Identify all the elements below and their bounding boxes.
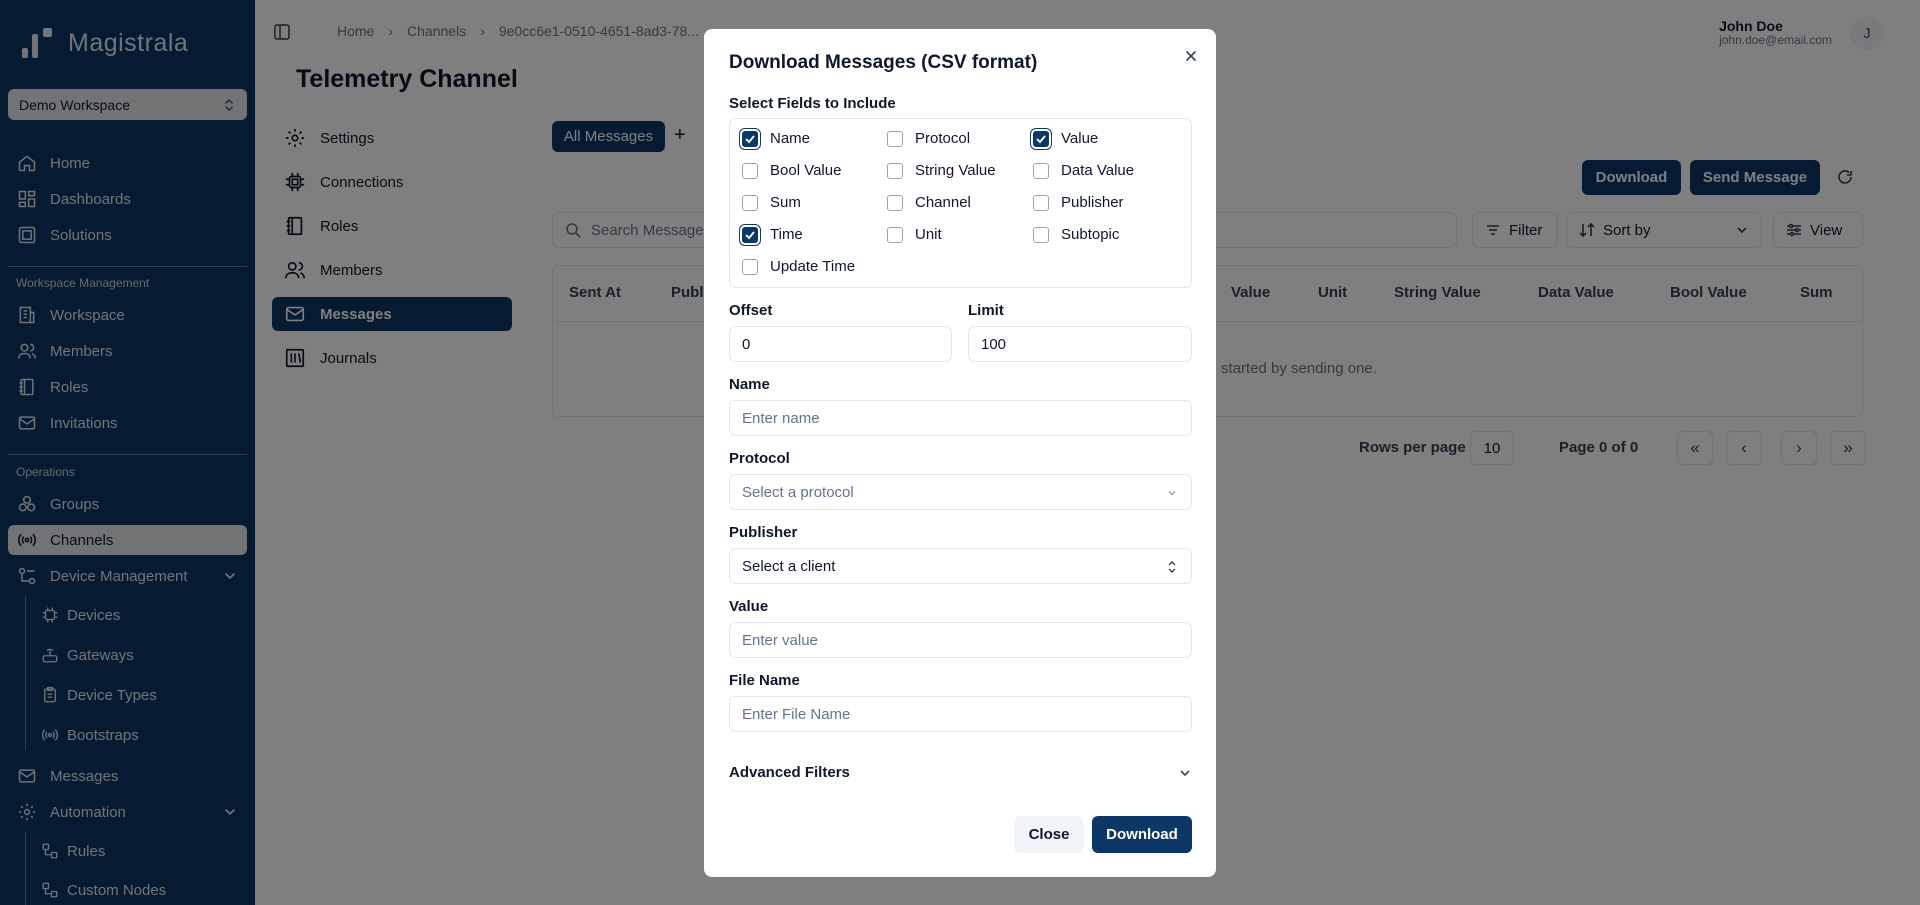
field-label: Unit <box>915 226 942 243</box>
name-input[interactable]: Enter name <box>729 400 1192 436</box>
field-label: Subtopic <box>1061 226 1120 243</box>
protocol-select[interactable]: Select a protocol <box>729 474 1192 510</box>
field-label: Data Value <box>1061 162 1135 179</box>
limit-input[interactable]: 100 <box>968 326 1192 362</box>
field-label: Bool Value <box>770 162 842 179</box>
field-label: Sum <box>770 194 801 211</box>
checkbox[interactable] <box>1033 226 1049 243</box>
field-channel-checkbox[interactable]: Channel <box>887 194 971 211</box>
protocol-select-value: Select a protocol <box>742 483 854 501</box>
check-icon <box>745 230 755 239</box>
field-label: Publisher <box>1061 194 1124 211</box>
advanced-filters-toggle[interactable]: Advanced Filters <box>729 764 1192 781</box>
protocol-label: Protocol <box>729 450 790 467</box>
name-label: Name <box>729 376 770 393</box>
offset-label: Offset <box>729 302 773 319</box>
field-update-time-checkbox[interactable]: Update Time <box>742 258 855 275</box>
dialog-download-button[interactable]: Download <box>1092 816 1192 853</box>
field-label: Update Time <box>770 258 856 275</box>
checkbox[interactable] <box>742 258 758 275</box>
field-name-checkbox[interactable]: Name <box>742 130 810 147</box>
check-icon <box>745 134 755 143</box>
chevron-down-icon <box>1168 491 1176 496</box>
dialog-title: Download Messages (CSV format) <box>729 52 1038 73</box>
offset-input[interactable]: 0 <box>729 326 952 362</box>
checkbox[interactable] <box>1033 130 1049 147</box>
checkbox[interactable] <box>742 194 758 211</box>
checkbox[interactable] <box>887 226 903 243</box>
chevron-down-icon <box>1180 769 1190 776</box>
checkbox[interactable] <box>742 130 758 147</box>
field-publisher-checkbox[interactable]: Publisher <box>1033 194 1124 211</box>
field-label: Name <box>770 130 811 147</box>
field-label: Time <box>770 226 803 243</box>
check-icon <box>1036 134 1046 143</box>
publisher-select[interactable]: Select a client <box>729 548 1192 584</box>
field-label: String Value <box>915 162 996 179</box>
field-data-value-checkbox[interactable]: Data Value <box>1033 162 1134 179</box>
checkbox[interactable] <box>1033 194 1049 211</box>
file-name-input[interactable]: Enter File Name <box>729 696 1192 732</box>
limit-label: Limit <box>968 302 1004 319</box>
value-label: Value <box>729 598 769 615</box>
checkbox[interactable] <box>1033 162 1049 179</box>
publisher-label: Publisher <box>729 524 798 541</box>
fields-label: Select Fields to Include <box>729 95 896 112</box>
field-string-value-checkbox[interactable]: String Value <box>887 162 996 179</box>
chevrons-up-down-icon <box>1168 561 1176 573</box>
checkbox[interactable] <box>887 130 903 147</box>
checkbox[interactable] <box>887 162 903 179</box>
field-label: Value <box>1061 130 1099 147</box>
close-icon[interactable] <box>1183 48 1199 64</box>
checkbox[interactable] <box>887 194 903 211</box>
field-subtopic-checkbox[interactable]: Subtopic <box>1033 226 1119 243</box>
download-messages-dialog: Download Messages (CSV format) Select Fi… <box>704 29 1216 877</box>
field-time-checkbox[interactable]: Time <box>742 226 803 243</box>
checkbox[interactable] <box>742 226 758 243</box>
advanced-filters-label: Advanced Filters <box>729 764 850 781</box>
close-button[interactable]: Close <box>1014 816 1084 853</box>
file-name-label: File Name <box>729 672 800 689</box>
field-value-checkbox[interactable]: Value <box>1033 130 1098 147</box>
value-input[interactable]: Enter value <box>729 622 1192 658</box>
field-label: Protocol <box>915 130 971 147</box>
checkbox[interactable] <box>742 162 758 179</box>
field-protocol-checkbox[interactable]: Protocol <box>887 130 970 147</box>
field-bool-value-checkbox[interactable]: Bool Value <box>742 162 841 179</box>
field-sum-checkbox[interactable]: Sum <box>742 194 801 211</box>
field-label: Channel <box>915 194 971 211</box>
field-unit-checkbox[interactable]: Unit <box>887 226 942 243</box>
publisher-select-value: Select a client <box>742 557 836 575</box>
